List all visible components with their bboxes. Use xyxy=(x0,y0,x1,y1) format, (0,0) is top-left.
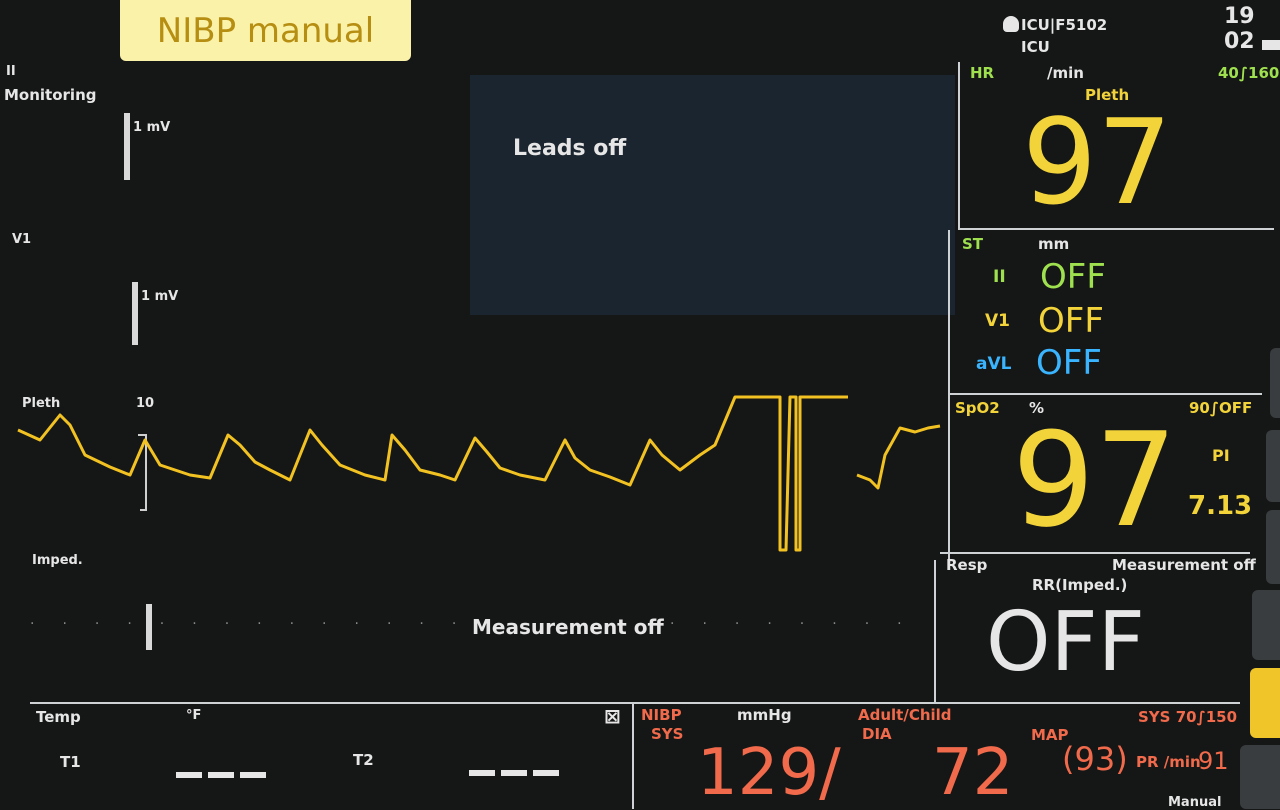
leads-off-text: Leads off xyxy=(513,136,627,161)
side-tab-4[interactable] xyxy=(1252,590,1280,660)
nibp-map-value: (93) xyxy=(1062,740,1128,778)
lead-v1-label: V1 xyxy=(12,232,32,247)
pleth-waveform xyxy=(17,395,941,552)
resp-source: RR(Imped.) xyxy=(1032,576,1128,594)
hr-label: HR xyxy=(970,64,995,82)
nibp-manual-banner[interactable]: NIBP manual xyxy=(120,0,411,61)
temp-nibp-divider xyxy=(632,704,634,809)
temp-label: Temp xyxy=(36,708,81,726)
st-ii-value: OFF xyxy=(1040,257,1106,297)
lead-v1-scale-bar xyxy=(132,282,138,345)
resp-status: Measurement off xyxy=(1112,556,1256,574)
st-lead-avl: aVL xyxy=(976,354,1012,374)
st-lead-v1: V1 xyxy=(985,311,1010,331)
nibp-mode: Adult/Child xyxy=(858,706,952,724)
temp-t1-label: T1 xyxy=(60,753,81,771)
st-lead-ii: II xyxy=(993,267,1006,287)
nibp-unit: mmHg xyxy=(737,706,792,724)
nibp-dia-value[interactable]: 72 xyxy=(932,741,1013,805)
hr-panel-border xyxy=(958,62,960,230)
imped-dotted-line-right: ········ xyxy=(670,616,930,632)
nibp-pr-value: 91 xyxy=(1198,747,1229,775)
side-tab-3[interactable] xyxy=(1266,510,1280,584)
alarm-tab-button[interactable] xyxy=(1250,668,1280,738)
st-unit: mm xyxy=(1038,235,1070,253)
hr-value[interactable]: 97 xyxy=(1022,103,1172,221)
spo2-label: SpO2 xyxy=(955,399,1000,417)
temp-t2-value xyxy=(469,770,559,776)
temp-unit: °F xyxy=(186,708,202,723)
st-v1-value: OFF xyxy=(1038,301,1104,341)
pi-value: 7.13 xyxy=(1188,491,1253,521)
lead-ii-label: II xyxy=(6,64,16,79)
pi-label: PI xyxy=(1212,446,1230,465)
nibp-sys-value[interactable]: 129/ xyxy=(697,741,841,805)
spo2-limits: 90∫OFF xyxy=(1189,399,1253,417)
leads-off-box xyxy=(470,75,955,315)
location-unit: ICU xyxy=(1021,38,1050,56)
hr-unit: /min xyxy=(1047,64,1084,82)
resp-value[interactable]: OFF xyxy=(986,602,1145,684)
resp-panel-border xyxy=(934,560,936,702)
spo2-value[interactable]: 97 xyxy=(1012,415,1177,545)
temp-t2-label: T2 xyxy=(353,751,374,769)
nibp-label: NIBP xyxy=(641,706,682,724)
side-tab-2[interactable] xyxy=(1266,430,1280,502)
st-label: ST xyxy=(962,235,984,253)
lead-v1-scale: 1 mV xyxy=(141,289,179,304)
temp-t1-value xyxy=(176,772,266,778)
nibp-dia-label: DIA xyxy=(862,725,892,743)
menu-tab-button[interactable] xyxy=(1240,745,1280,809)
nibp-cycle-mode: Manual xyxy=(1168,795,1222,810)
st-avl-value: OFF xyxy=(1036,343,1102,383)
nibp-limits: SYS 70∫150 xyxy=(1138,708,1238,726)
lead-ii-scale: 1 mV xyxy=(133,120,171,135)
imped-status: Measurement off xyxy=(472,615,664,639)
nibp-pr-label: PR /min xyxy=(1136,753,1201,771)
st-spo2-panel-border xyxy=(948,230,950,560)
bottom-panel-border xyxy=(30,702,1240,704)
monitoring-label: Monitoring xyxy=(4,86,97,104)
st-bottom-border xyxy=(950,393,1262,395)
patient-icon xyxy=(1003,16,1019,32)
resp-label: Resp xyxy=(946,556,988,574)
location-bed: ICU|F5102 xyxy=(1021,16,1108,34)
hr-limits: 40∫160 xyxy=(1218,64,1280,82)
imped-label: Imped. xyxy=(32,553,83,568)
side-tab-1[interactable] xyxy=(1270,348,1280,418)
lead-ii-scale-bar xyxy=(124,113,130,180)
nibp-sys-label: SYS xyxy=(651,725,684,743)
temp-muted-icon[interactable]: ⊠ xyxy=(604,704,621,728)
imped-dotted-line-left: ·············· xyxy=(30,616,485,632)
battery-icon xyxy=(1262,40,1280,50)
